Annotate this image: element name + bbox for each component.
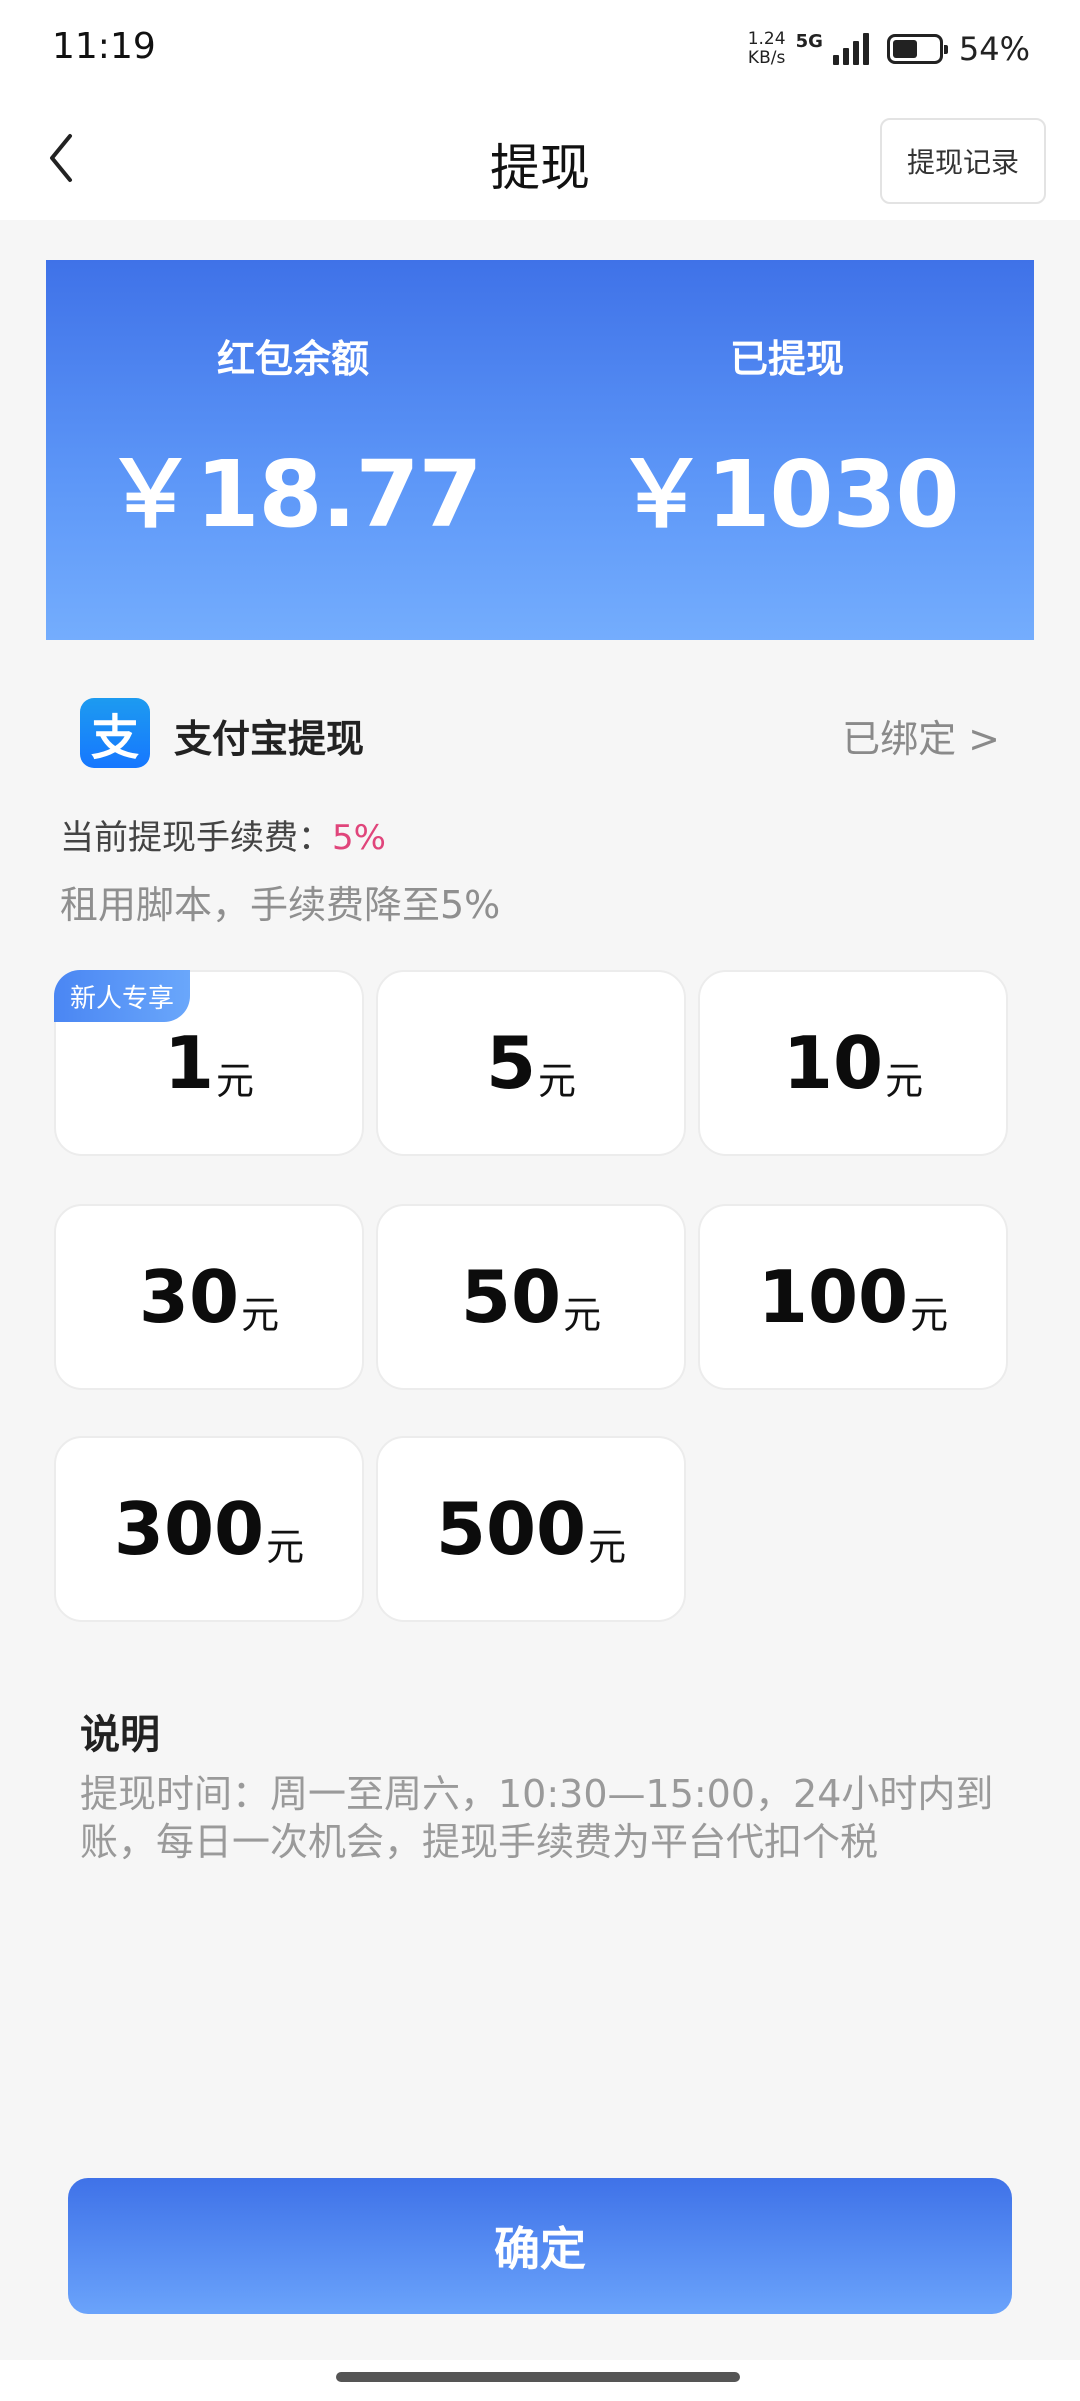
network-speed-unit: KB/s	[747, 48, 786, 68]
status-time: 11:19	[52, 26, 156, 67]
amount-value: 500	[435, 1487, 587, 1571]
amount-option-50[interactable]: 50 元	[376, 1204, 686, 1390]
balance-banner: 红包余额 ￥18.77 已提现 ￥1030	[46, 260, 1034, 640]
network-type: 5G	[795, 30, 823, 52]
signal-icon	[832, 33, 869, 65]
new-user-badge: 新人专享	[54, 970, 190, 1022]
amount-unit: 元	[266, 1524, 305, 1569]
alipay-withdraw-row[interactable]: 支 支付宝提现 已绑定 >	[80, 694, 1000, 774]
alipay-icon: 支	[80, 698, 150, 768]
amount-option-5[interactable]: 5元	[376, 970, 686, 1156]
fee-label: 当前提现手续费：	[60, 818, 332, 858]
amount-option-500[interactable]: 500 元	[376, 1436, 686, 1622]
amount-unit: 元	[538, 1058, 577, 1103]
amount-option-100[interactable]: 100 元	[698, 1204, 1008, 1390]
amount-unit: 元	[216, 1058, 255, 1103]
red-packet-balance: 红包余额 ￥18.77	[46, 260, 540, 640]
confirm-button[interactable]: 确定	[68, 2178, 1012, 2314]
amount-value: 5	[485, 1021, 537, 1105]
withdraw-record-button[interactable]: 提现记录	[880, 118, 1046, 204]
explanation-body: 提现时间：周一至周六，10:30—15:00，24小时内到账，每日一次机会，提现…	[80, 1772, 994, 1864]
battery-fill	[892, 40, 917, 58]
red-packet-value: ￥18.77	[104, 441, 482, 548]
battery-icon	[886, 34, 948, 64]
bound-status-link[interactable]: 已绑定 >	[842, 708, 1000, 763]
home-indicator[interactable]	[336, 2372, 740, 2382]
alipay-label: 支付宝提现	[174, 717, 365, 761]
status-icons: 1.24 KB/s 5G 54%	[748, 24, 1030, 74]
status-bar: 11:19 1.24 KB/s 5G 54%	[0, 0, 1080, 98]
amount-unit: 元	[563, 1292, 602, 1337]
explanation-title: 说明	[80, 1712, 160, 1758]
amount-value: 100	[757, 1255, 909, 1339]
amount-value: 1	[163, 1021, 215, 1105]
fee-line: 当前提现手续费：5%	[60, 810, 386, 859]
network-speed: 1.24 KB/s	[748, 30, 786, 68]
amount-unit: 元	[241, 1292, 280, 1337]
fee-value: 5%	[332, 818, 386, 858]
fee-tip: 租用脚本，手续费降至5%	[60, 883, 501, 927]
amount-value: 10	[782, 1021, 884, 1105]
network-speed-value: 1.24	[747, 29, 786, 49]
amount-value: 30	[138, 1255, 240, 1339]
amount-unit: 元	[910, 1292, 949, 1337]
red-packet-label: 红包余额	[216, 337, 369, 381]
amount-value: 300	[113, 1487, 265, 1571]
withdrawn-label: 已提现	[729, 337, 844, 381]
withdrawn-total: 已提现 ￥1030	[540, 260, 1034, 640]
header: 提现 提现记录	[0, 98, 1080, 220]
amount-option-1[interactable]: 新人专享 1元	[54, 970, 364, 1156]
amount-unit: 元	[885, 1058, 924, 1103]
amount-option-300[interactable]: 300 元	[54, 1436, 364, 1622]
withdrawn-value: ￥1030	[615, 441, 959, 548]
amount-option-30[interactable]: 30 元	[54, 1204, 364, 1390]
amount-option-10[interactable]: 10 元	[698, 970, 1008, 1156]
amount-unit: 元	[588, 1524, 627, 1569]
battery-percent: 54%	[958, 30, 1030, 68]
amount-value: 50	[460, 1255, 562, 1339]
